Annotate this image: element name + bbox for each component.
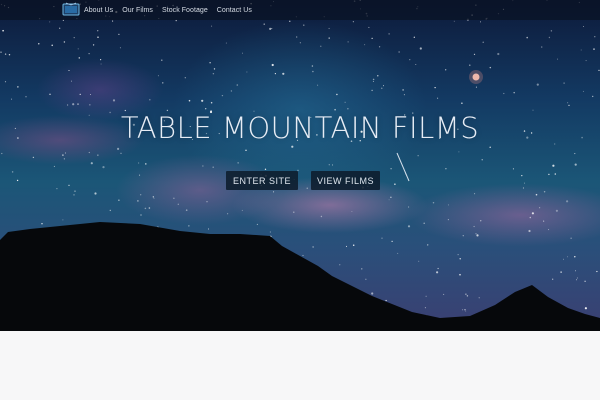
nav-link-stock-footage[interactable]: Stock Footage — [162, 7, 208, 14]
nav-link-our-films[interactable]: Our Films — [122, 7, 153, 14]
nav-link-contact-us[interactable]: Contact Us — [217, 7, 252, 14]
enter-site-button[interactable]: ENTER SITE — [226, 171, 298, 190]
table-mountain-silhouette — [0, 222, 600, 331]
view-films-button[interactable]: VIEW FILMS — [311, 171, 380, 190]
top-navbar: About Us Our Films Stock Footage Contact… — [0, 0, 600, 20]
film-monitor-logo-icon[interactable] — [62, 2, 80, 17]
hero-section — [0, 0, 600, 331]
page-content-area — [0, 331, 600, 400]
nav-link-about-us[interactable]: About Us — [84, 7, 113, 14]
nav-links: About Us Our Films Stock Footage Contact… — [84, 0, 261, 20]
page-title: TABLE MOUNTAIN FILMS — [120, 111, 480, 145]
